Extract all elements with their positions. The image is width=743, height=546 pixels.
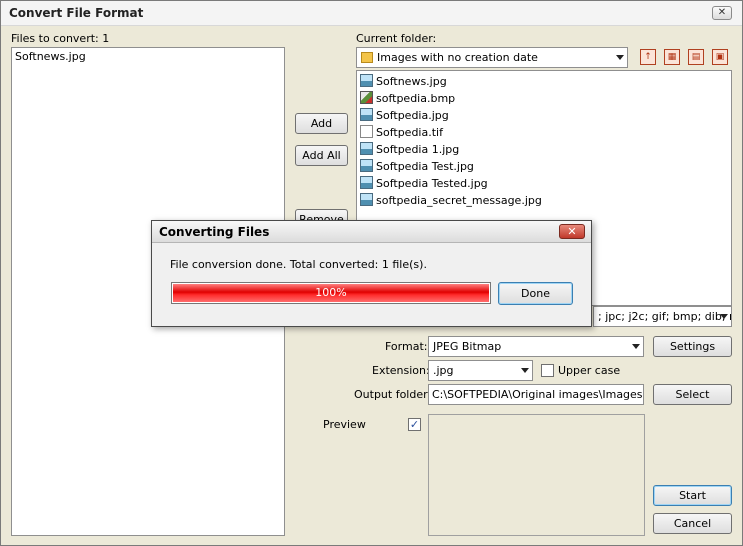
add-button[interactable]: Add [295,113,348,134]
current-folder-dropdown[interactable]: Images with no creation date [356,47,628,68]
list-item[interactable]: Softpedia.tif [360,124,443,141]
select-button[interactable]: Select [653,384,732,405]
list-item[interactable]: softpedia_secret_message.jpg [360,192,542,209]
output-folder-label: Output folder: [354,388,432,401]
chevron-down-icon [632,344,640,349]
folder-icon [361,52,373,63]
dialog-title-bar: Converting Files ✕ [152,221,591,243]
list-item[interactable]: Softpedia Test.jpg [360,158,474,175]
preview-pane [428,414,645,536]
format-value: JPEG Bitmap [433,340,502,353]
chevron-down-icon [616,55,624,60]
preview-checkbox[interactable]: ✓ [408,418,421,431]
settings-button[interactable]: Settings [653,336,732,357]
image-file-icon [360,74,373,87]
chevron-down-icon [521,368,529,373]
upper-case-label: Upper case [558,364,621,377]
file-filter-value: ; jpc; j2c; gif; bmp; dib; rl [598,310,732,323]
image-file-icon [360,159,373,172]
list-item[interactable]: Softpedia.jpg [360,107,449,124]
upper-case-checkbox[interactable] [541,364,554,377]
close-icon[interactable]: ✕ [559,224,585,239]
progress-text: 100% [315,286,347,299]
format-dropdown[interactable]: JPEG Bitmap [428,336,644,357]
dialog-title: Converting Files [159,225,270,239]
view-details-icon[interactable]: ▣ [712,49,728,65]
files-to-convert-label: Files to convert: 1 [11,32,110,45]
list-item[interactable]: Softnews.jpg [15,48,86,65]
folder-up-icon[interactable]: ↑ [640,49,656,65]
list-item[interactable]: Softpedia 1.jpg [360,141,459,158]
list-item[interactable]: softpedia.bmp [360,90,455,107]
dialog-message: File conversion done. Total converted: 1… [170,258,427,271]
extension-label: Extension: [372,364,430,377]
image-file-icon [360,176,373,189]
add-all-button[interactable]: Add All [295,145,348,166]
current-folder-value: Images with no creation date [377,51,538,64]
extension-dropdown[interactable]: .jpg [428,360,533,381]
output-folder-field[interactable]: C:\SOFTPEDIA\Original images\Images with [428,384,644,405]
close-icon[interactable]: ✕ [712,6,732,20]
converting-files-dialog: Converting Files ✕ File conversion done.… [151,220,592,327]
bmp-file-icon [360,91,373,104]
format-label: Format: [385,340,428,353]
view-list-icon[interactable]: ▤ [688,49,704,65]
cancel-button[interactable]: Cancel [653,513,732,534]
preview-label: Preview [323,418,366,431]
image-file-icon [360,193,373,206]
list-item[interactable]: Softpedia Tested.jpg [360,175,488,192]
start-button[interactable]: Start [653,485,732,506]
done-button[interactable]: Done [498,282,573,305]
current-folder-label: Current folder: [356,32,437,45]
progress-bar: 100% [171,282,491,304]
blank-file-icon [360,125,373,138]
view-thumbnails-icon[interactable]: ▦ [664,49,680,65]
chevron-down-icon [720,314,728,319]
image-file-icon [360,108,373,121]
image-file-icon [360,142,373,155]
file-filter-dropdown[interactable]: ; jpc; j2c; gif; bmp; dib; rl [593,306,732,327]
title-bar: Convert File Format ✕ [1,1,742,26]
list-item[interactable]: Softnews.jpg [360,73,447,90]
extension-value: .jpg [433,364,454,377]
window-title: Convert File Format [9,6,144,20]
